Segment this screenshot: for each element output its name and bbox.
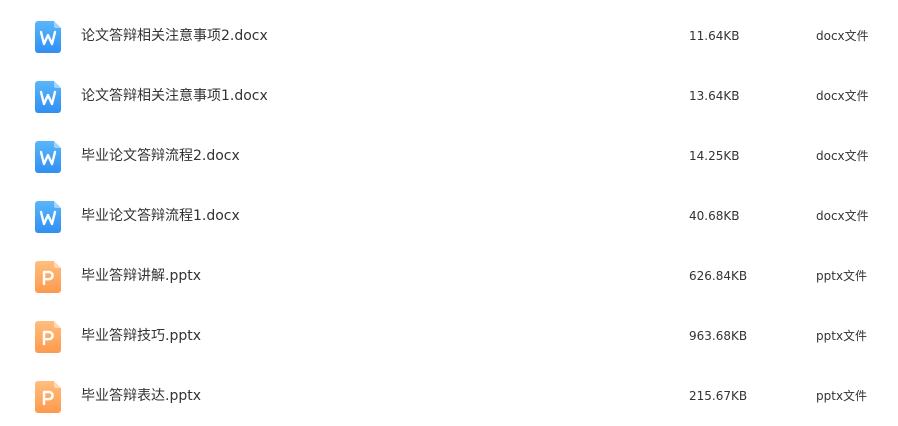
powerpoint-icon [35,261,61,293]
file-name[interactable]: 毕业答辩技巧.pptx [81,306,201,366]
file-name[interactable]: 毕业答辩讲解.pptx [81,246,201,306]
file-row[interactable]: 毕业论文答辩流程2.docx 14.25KB docx文件 [0,126,898,186]
file-size: 13.64KB [689,89,740,103]
file-type: docx文件 [816,209,869,223]
file-row[interactable]: 毕业答辩技巧.pptx 963.68KB pptx文件 [0,306,898,366]
file-name[interactable]: 毕业论文答辩流程1.docx [81,186,240,246]
file-name[interactable]: 毕业论文答辩流程2.docx [81,126,240,186]
word-doc-icon [35,21,61,53]
word-doc-icon [35,141,61,173]
file-type: docx文件 [816,29,869,43]
file-size: 11.64KB [689,29,740,43]
powerpoint-icon [35,381,61,413]
file-row[interactable]: 论文答辩相关注意事项2.docx 11.64KB docx文件 [0,6,898,66]
file-size: 14.25KB [689,149,740,163]
file-name[interactable]: 论文答辩相关注意事项1.docx [81,66,268,126]
file-row[interactable]: 毕业答辩表达.pptx 215.67KB pptx文件 [0,366,898,426]
file-size: 215.67KB [689,389,748,403]
file-type: docx文件 [816,89,869,103]
file-name[interactable]: 论文答辩相关注意事项2.docx [81,6,268,66]
file-size: 40.68KB [689,209,740,223]
file-size: 963.68KB [689,329,748,343]
file-row[interactable]: 毕业论文答辩流程1.docx 40.68KB docx文件 [0,186,898,246]
file-name[interactable]: 毕业答辩表达.pptx [81,366,201,426]
word-doc-icon [35,81,61,113]
file-type: pptx文件 [816,389,868,403]
file-row[interactable]: 论文答辩相关注意事项1.docx 13.64KB docx文件 [0,66,898,126]
file-list: 论文答辩相关注意事项2.docx 11.64KB docx文件 论文答辩相关注意… [0,0,898,423]
file-type: docx文件 [816,149,869,163]
file-type: pptx文件 [816,329,868,343]
file-size: 626.84KB [689,269,748,283]
file-row[interactable]: 毕业答辩讲解.pptx 626.84KB pptx文件 [0,246,898,306]
word-doc-icon [35,201,61,233]
file-type: pptx文件 [816,269,868,283]
powerpoint-icon [35,321,61,353]
